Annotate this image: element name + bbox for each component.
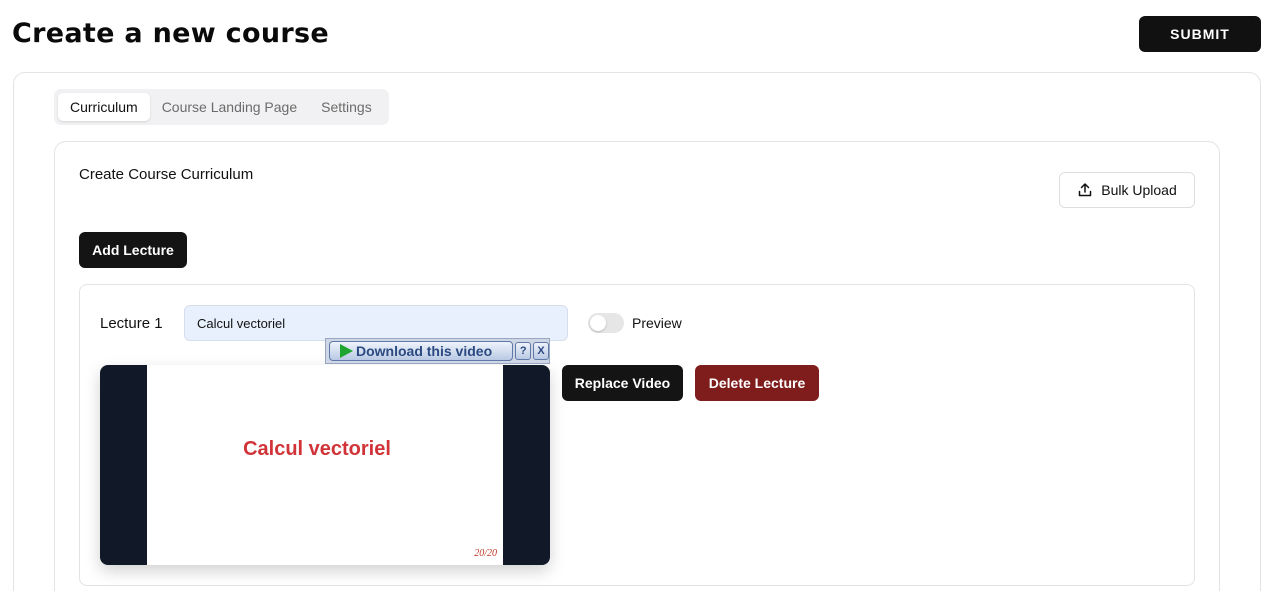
video-slide: Calcul vectoriel 20/20	[147, 365, 503, 565]
add-lecture-button[interactable]: Add Lecture	[79, 232, 187, 268]
submit-button[interactable]: SUBMIT	[1139, 16, 1261, 52]
preview-toggle[interactable]	[588, 313, 624, 333]
replace-video-button[interactable]: Replace Video	[562, 365, 683, 401]
download-video-button[interactable]: Download this video	[329, 341, 514, 361]
bulk-upload-label: Bulk Upload	[1101, 182, 1177, 198]
video-player[interactable]: Calcul vectoriel 20/20	[100, 365, 550, 565]
lecture-label: Lecture 1	[100, 315, 163, 332]
bulk-upload-button[interactable]: Bulk Upload	[1059, 172, 1195, 208]
help-icon[interactable]: ?	[515, 342, 532, 360]
tab-list: Curriculum Course Landing Page Settings	[54, 89, 389, 125]
tab-course-landing-page[interactable]: Course Landing Page	[150, 93, 309, 121]
play-icon	[340, 344, 353, 358]
slide-title: Calcul vectoriel	[243, 438, 391, 460]
slide-page-indicator: 20/20	[474, 548, 497, 559]
upload-icon	[1079, 183, 1092, 197]
delete-lecture-button[interactable]: Delete Lecture	[695, 365, 819, 401]
tab-settings[interactable]: Settings	[309, 93, 384, 121]
download-video-bar: Download this video ? X	[325, 338, 550, 364]
curriculum-title: Create Course Curriculum	[79, 166, 254, 183]
tab-curriculum[interactable]: Curriculum	[58, 93, 150, 121]
lecture-title-input[interactable]	[184, 305, 568, 341]
close-icon[interactable]: X	[533, 342, 549, 360]
download-video-label: Download this video	[356, 343, 493, 359]
toggle-knob	[590, 315, 606, 331]
page-title: Create a new course	[12, 18, 329, 49]
preview-label: Preview	[632, 315, 682, 331]
